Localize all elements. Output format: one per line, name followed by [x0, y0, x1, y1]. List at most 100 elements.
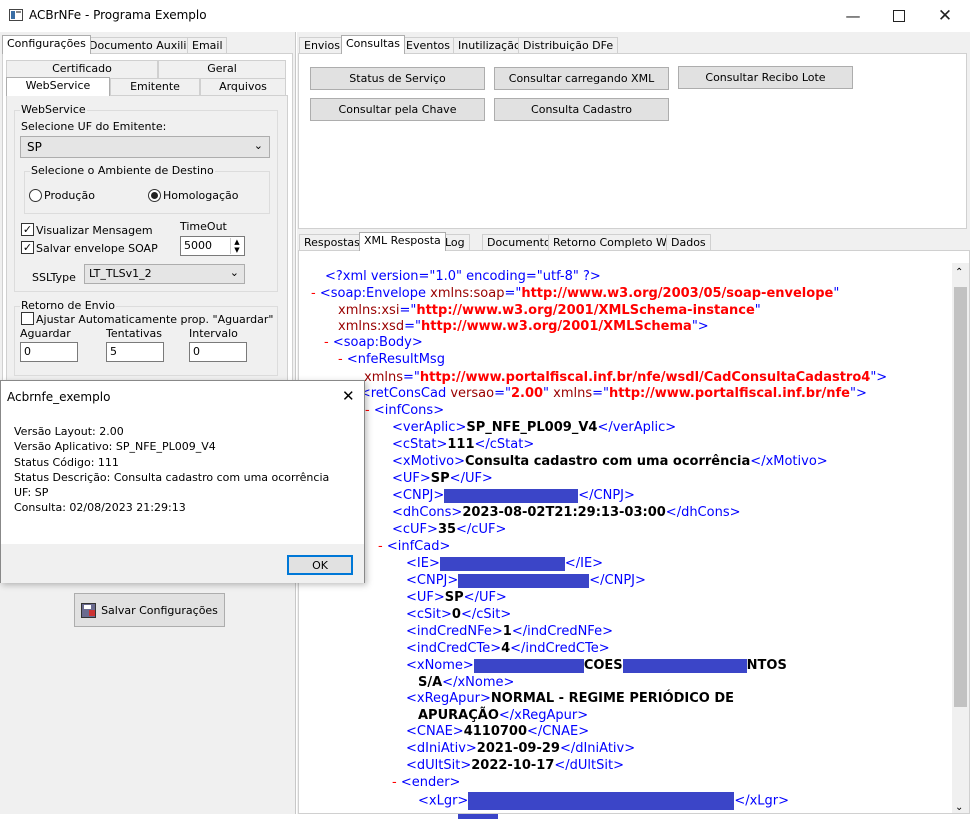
xml-line: - <infCons> [365, 403, 445, 418]
tab-eventos[interactable]: Eventos [401, 37, 455, 54]
status-servico-button[interactable]: Status de Serviço [310, 67, 485, 90]
consultar-carregando-xml-button[interactable]: Consultar carregando XML [494, 67, 669, 90]
ssltype-select[interactable]: LT_TLSv1_2 ⌄ [84, 264, 245, 284]
xml-ns-wsdl: http://www.portalfiscal.inf.br/nfe/wsdl/… [419, 370, 871, 385]
save-config-button[interactable]: Salvar Configurações [74, 593, 225, 627]
webservice-group-title: WebService [20, 103, 87, 116]
chk-ajustar[interactable] [21, 312, 34, 325]
xml-scrollbar[interactable]: ⌃ ⌄ [952, 263, 969, 813]
xml-line-partial [458, 809, 498, 819]
dialog-line: Status Código: 111 [14, 456, 119, 469]
xml-veraplic: SP_NFE_PL009_V4 [466, 420, 598, 435]
tab-certificado[interactable]: Certificado [6, 60, 158, 78]
tab-geral[interactable]: Geral [158, 60, 286, 78]
xml-line: <indCredCTe>4</indCredCTe> [406, 641, 610, 656]
xml-line: - <infCad> [378, 539, 451, 554]
xml-csit: 0 [451, 607, 461, 622]
chk-ajustar-label: Ajustar Automaticamente prop. "Aguardar" [36, 313, 274, 326]
tab-documento[interactable]: Documento [482, 234, 556, 251]
timeout-value: 5000 [184, 239, 212, 252]
tab-emitente[interactable]: Emitente [110, 78, 200, 96]
xml-ns-xsd: http://www.w3.org/2001/XMLSchema [420, 319, 692, 334]
xml-cstat: 111 [447, 437, 475, 452]
timeout-input[interactable]: 5000 ▲ ▼ [180, 236, 245, 256]
tab-dados[interactable]: Dados [666, 234, 711, 251]
xml-line: <dhCons>2023-08-02T21:29:13-03:00</dhCon… [392, 505, 741, 520]
radio-homologacao-label: Homologação [163, 189, 239, 202]
xml-line: APURAÇÃO</xRegApur> [418, 708, 589, 723]
xml-uf: SP [444, 590, 464, 605]
xml-versao: 2.00 [510, 386, 544, 401]
minimize-icon[interactable]: — [830, 0, 876, 32]
chk-salvar-envelope[interactable]: ✓ [21, 241, 34, 254]
scroll-down-icon[interactable]: ⌄ [955, 802, 963, 813]
timeout-label: TimeOut [180, 220, 227, 233]
maximize-icon[interactable] [876, 0, 922, 32]
dialog-line: Versão Aplicativo: SP_NFE_PL009_V4 [14, 440, 216, 453]
spin-updown-icon[interactable]: ▲ ▼ [230, 238, 243, 254]
xml-line: <dUltSit>2022-10-17</dUltSit> [406, 758, 624, 773]
tab-inutilizacao[interactable]: Inutilização [453, 37, 526, 54]
radio-homologacao[interactable] [148, 189, 161, 202]
chevron-down-icon: ⌄ [229, 266, 239, 279]
tab-envios[interactable]: Envios [299, 37, 345, 54]
tab-xml-resposta[interactable]: XML Resposta [359, 232, 446, 251]
xml-xregapur-1: NORMAL - REGIME PERIÓDICO DE [490, 691, 735, 706]
close-icon[interactable]: ✕ [922, 0, 968, 32]
redacted-xnome [473, 658, 584, 673]
chk-salvar-label: Salvar envelope SOAP [36, 242, 158, 255]
chk-visualizar-mensagem[interactable]: ✓ [21, 223, 34, 236]
tab-email[interactable]: Email [187, 37, 227, 54]
consulta-cadastro-button[interactable]: Consulta Cadastro [494, 98, 669, 121]
consultar-recibo-lote-button[interactable]: Consultar Recibo Lote [678, 66, 853, 89]
tab-configuracoes[interactable]: Configurações [2, 35, 91, 54]
xml-cnae: 4110700 [463, 724, 528, 739]
tab-consultas[interactable]: Consultas [341, 35, 405, 54]
tab-documento-auxiliar[interactable]: Documento Auxiliar [84, 37, 203, 54]
xml-line: xmlns:xsd="http://www.w3.org/2001/XMLSch… [338, 319, 709, 334]
uf-select[interactable]: SP ⌄ [20, 136, 270, 158]
consultar-chave-button[interactable]: Consultar pela Chave [310, 98, 485, 121]
aguardar-input[interactable]: 0 [20, 342, 78, 362]
ambiente-group-title: Selecione o Ambiente de Destino [30, 164, 215, 177]
xml-xnome-end: NTOS [746, 658, 787, 673]
scroll-up-icon[interactable]: ⌃ [955, 267, 963, 278]
save-config-label: Salvar Configurações [101, 603, 218, 617]
xml-line: <UF>SP</UF> [392, 471, 493, 486]
xml-line: <xNome> COES NTOS [406, 658, 787, 673]
xml-uf: SP [430, 471, 450, 486]
xml-line: <indCredNFe>1</indCredNFe> [406, 624, 613, 639]
xml-line: <verAplic>SP_NFE_PL009_V4</verAplic> [392, 420, 677, 435]
redacted-xlgr [468, 792, 735, 810]
ssltype-value: LT_TLSv1_2 [89, 267, 152, 280]
xml-ns-soap: http://www.w3.org/2003/05/soap-envelope [521, 286, 834, 301]
xml-ns-nfe: http://www.portalfiscal.inf.br/nfe [609, 386, 850, 401]
tab-retorno-completo-ws[interactable]: Retorno Completo WS [548, 234, 679, 251]
radio-producao[interactable] [29, 189, 42, 202]
tab-arquivos[interactable]: Arquivos [200, 78, 286, 96]
dialog-ok-button[interactable]: OK [287, 555, 353, 575]
intervalo-input[interactable]: 0 [189, 342, 247, 362]
xml-line: <cSit>0</cSit> [406, 607, 512, 622]
xml-line: <?xml version="1.0" encoding="utf-8" ?> [325, 269, 601, 285]
aguardar-label: Aguardar [20, 327, 71, 340]
title-bar: ACBrNFe - Programa Exemplo — ✕ [0, 0, 970, 32]
xml-ns-xsi: http://www.w3.org/2001/XMLSchema-instanc… [416, 303, 755, 318]
tab-respostas[interactable]: Respostas [299, 234, 365, 251]
xml-line: - <nfeResultMsg [338, 352, 445, 367]
tab-webservice[interactable]: WebService [6, 77, 110, 96]
save-disk-icon [81, 602, 97, 618]
uf-select-value: SP [27, 140, 42, 154]
dialog-line: Status Descrição: Consulta cadastro com … [14, 471, 330, 484]
xml-xnome-mid: COES [583, 658, 623, 673]
xml-line: <CNPJ> </CNPJ> [406, 573, 646, 588]
xml-line: <xRegApur>NORMAL - REGIME PERIÓDICO DE [406, 691, 735, 706]
xml-cuf: 35 [437, 522, 457, 537]
dialog-close-icon[interactable]: ✕ [342, 387, 355, 405]
redacted-xnome [622, 658, 747, 673]
scroll-thumb[interactable] [954, 287, 967, 707]
tab-distribuicao-dfe[interactable]: Distribuição DFe [518, 37, 619, 54]
xml-line: <xLgr> </xLgr> [418, 792, 790, 810]
redacted-cnpj [458, 573, 590, 588]
tentativas-input[interactable]: 5 [106, 342, 164, 362]
